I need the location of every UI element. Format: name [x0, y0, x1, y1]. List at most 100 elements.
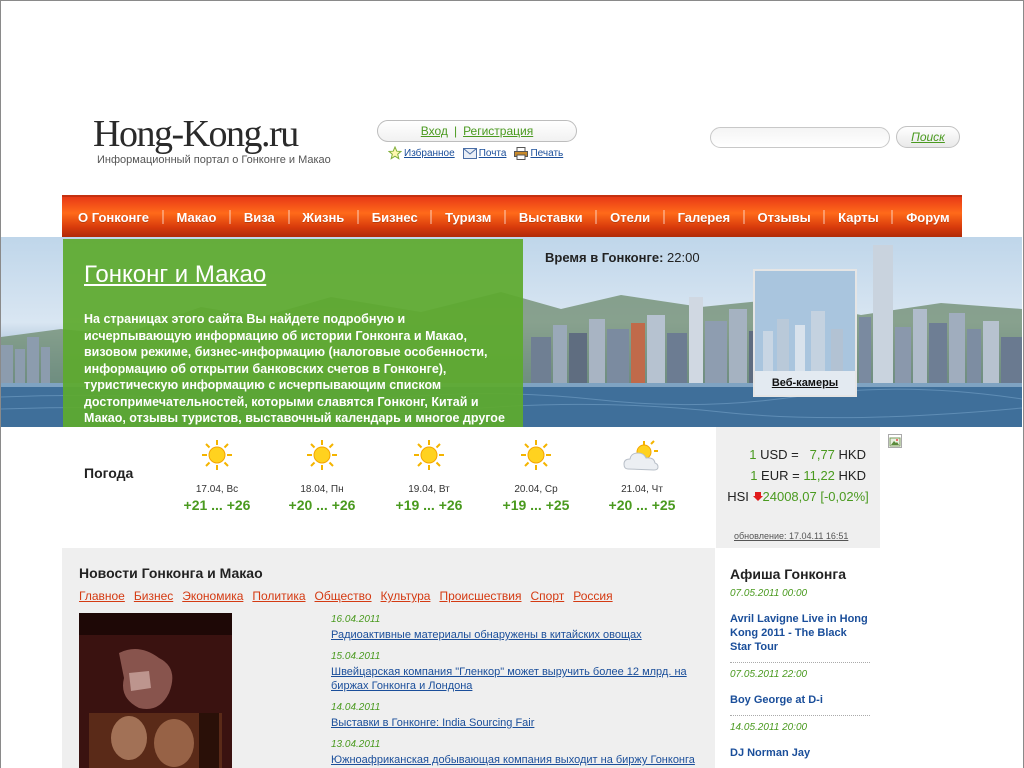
nav-divider — [229, 210, 232, 224]
nav-item-exhibitions[interactable]: Выставки — [519, 210, 583, 225]
weather-day: 20.04, Ср +19 ... +25 — [496, 439, 576, 513]
weather-temp: +20 ... +26 — [288, 497, 356, 513]
news-tab-economy[interactable]: Экономика — [182, 589, 243, 603]
hsi-value: 24008,07 — [762, 489, 817, 504]
sun-icon — [521, 440, 551, 470]
nav-divider — [430, 210, 433, 224]
usd-unit: HKD — [838, 447, 866, 462]
news-date: 15.04.2011 — [331, 651, 381, 662]
eur-unit: HKD — [838, 468, 866, 483]
news-item: 15.04.2011 Швейцарская компания "Гленкор… — [331, 651, 706, 693]
news-link[interactable]: Радиоактивные материалы обнаружены в кит… — [331, 628, 706, 642]
site-tagline: Информационный портал о Гонконге и Макао — [97, 154, 331, 166]
news-link[interactable]: Швейцарская компания "Гленкор" может выр… — [331, 665, 706, 693]
nav-divider — [742, 210, 745, 224]
eur-code: EUR — [761, 468, 789, 483]
usd-code: USD — [760, 447, 788, 462]
hero-title[interactable]: Гонконг и Макао — [84, 261, 503, 289]
news-tab-society[interactable]: Общество — [315, 589, 372, 603]
weather-date: 20.04, Ср — [514, 484, 558, 495]
arrow-down-icon — [752, 492, 763, 501]
hk-time-value: 22:00 — [667, 250, 700, 265]
hk-time: Время в Гонконге: 22:00 — [545, 250, 700, 265]
news-tab-culture[interactable]: Культура — [381, 589, 431, 603]
news-tab-main[interactable]: Главное — [79, 589, 125, 603]
favorites-label: Избранное — [404, 147, 455, 159]
news-categories: Главное Бизнес Экономика Политика Общест… — [79, 589, 613, 603]
weather-temp: +19 ... +25 — [502, 497, 570, 513]
nav-item-reviews[interactable]: Отзывы — [758, 210, 811, 225]
nav-item-forum[interactable]: Форум — [906, 210, 949, 225]
register-link[interactable]: Регистрация — [463, 124, 533, 138]
rates-updated[interactable]: обновление: 17.04.11 16:51 — [734, 531, 848, 541]
login-link[interactable]: Вход — [421, 124, 448, 138]
usd-amount: 1 — [749, 447, 757, 462]
nav-item-gallery[interactable]: Галерея — [678, 210, 731, 225]
webcam-widget[interactable]: Веб-камеры — [753, 269, 857, 397]
weather-temp: +21 ... +26 — [183, 497, 251, 513]
event-link[interactable]: Boy George at D-i — [730, 693, 870, 707]
nav-item-macau[interactable]: Макао — [176, 210, 216, 225]
news-poster-image[interactable] — [79, 613, 232, 768]
hsi-index: HSI 24008,07 [-0,02%] — [716, 489, 880, 505]
mail-label: Почта — [478, 147, 507, 159]
nav-item-hotels[interactable]: Отели — [610, 210, 650, 225]
news-date: 14.04.2011 — [331, 702, 381, 713]
events-title: Афиша Гонконга — [730, 566, 847, 582]
nav-item-about[interactable]: О Гонконге — [78, 210, 149, 225]
weather-date: 18.04, Пн — [300, 484, 344, 495]
weather-day: 18.04, Пн +20 ... +26 — [282, 439, 362, 513]
nav-item-life[interactable]: Жизнь — [302, 210, 344, 225]
eur-amount: 1 — [750, 468, 758, 483]
news-tab-politics[interactable]: Политика — [252, 589, 305, 603]
nav-divider — [504, 210, 507, 224]
news-tab-business[interactable]: Бизнес — [134, 589, 173, 603]
hsi-label: HSI — [727, 489, 749, 504]
event-date: 07.05.2011 00:00 — [730, 588, 808, 599]
weather-temp: +20 ... +25 — [608, 497, 676, 513]
hero-banner: Гонконг и Макао На страницах этого сайта… — [1, 237, 1022, 427]
event-date: 07.05.2011 22:00 — [730, 669, 808, 680]
site-logo[interactable]: Hong-Kong.ru — [93, 112, 299, 156]
usd-eq: = — [791, 447, 799, 462]
news-date: 16.04.2011 — [331, 614, 381, 625]
event-link[interactable]: Avril Lavigne Live in Hong Kong 2011 - T… — [730, 612, 870, 654]
eur-value: 11,22 — [803, 468, 835, 483]
star-icon — [388, 146, 402, 160]
main-nav: О Гонконге Макао Виза Жизнь Бизнес Туриз… — [62, 195, 962, 237]
nav-item-maps[interactable]: Карты — [838, 210, 879, 225]
favorites-link[interactable]: Избранное — [388, 146, 455, 160]
nav-item-visa[interactable]: Виза — [244, 210, 275, 225]
news-tab-sport[interactable]: Спорт — [531, 589, 565, 603]
auth-box: Вход | Регистрация — [377, 120, 577, 142]
nav-divider — [662, 210, 665, 224]
nav-divider — [891, 210, 894, 224]
webcam-label[interactable]: Веб-камеры — [755, 371, 855, 395]
currency-panel: 1 USD = 7,77 HKD 1 EUR = 11,22 HKD HSI 2… — [716, 427, 880, 548]
cloud-sun-icon — [623, 440, 659, 471]
news-tab-incidents[interactable]: Происшествия — [439, 589, 521, 603]
news-tab-russia[interactable]: Россия — [573, 589, 612, 603]
news-link[interactable]: Южноафриканская добывающая компания выхо… — [331, 753, 706, 767]
eur-rate: 1 EUR = 11,22 HKD — [716, 468, 880, 483]
search-input[interactable] — [710, 127, 890, 148]
print-label: Печать — [530, 147, 564, 159]
mail-icon — [462, 147, 477, 159]
mail-link[interactable]: Почта — [462, 147, 507, 159]
nav-item-business[interactable]: Бизнес — [372, 210, 418, 225]
sun-icon — [307, 440, 337, 470]
weather-day: 19.04, Вт +19 ... +26 — [389, 439, 469, 513]
news-link[interactable]: Выставки в Гонконге: India Sourcing Fair — [331, 716, 706, 730]
news-list: 16.04.2011 Радиоактивные материалы обнар… — [331, 614, 706, 768]
event-item: 07.05.2011 22:00 Boy George at D-i — [730, 663, 870, 716]
event-link[interactable]: DJ Norman Jay — [730, 746, 870, 760]
print-link[interactable]: Печать — [514, 146, 564, 160]
weather-temp: +19 ... +26 — [395, 497, 463, 513]
nav-divider — [823, 210, 826, 224]
weather-date: 21.04, Чт — [621, 484, 663, 495]
nav-item-tourism[interactable]: Туризм — [445, 210, 491, 225]
search-button[interactable]: Поиск — [896, 126, 960, 148]
sun-icon — [202, 440, 232, 470]
eur-eq: = — [792, 468, 800, 483]
tools-bar: Избранное Почта Печать — [388, 146, 563, 160]
